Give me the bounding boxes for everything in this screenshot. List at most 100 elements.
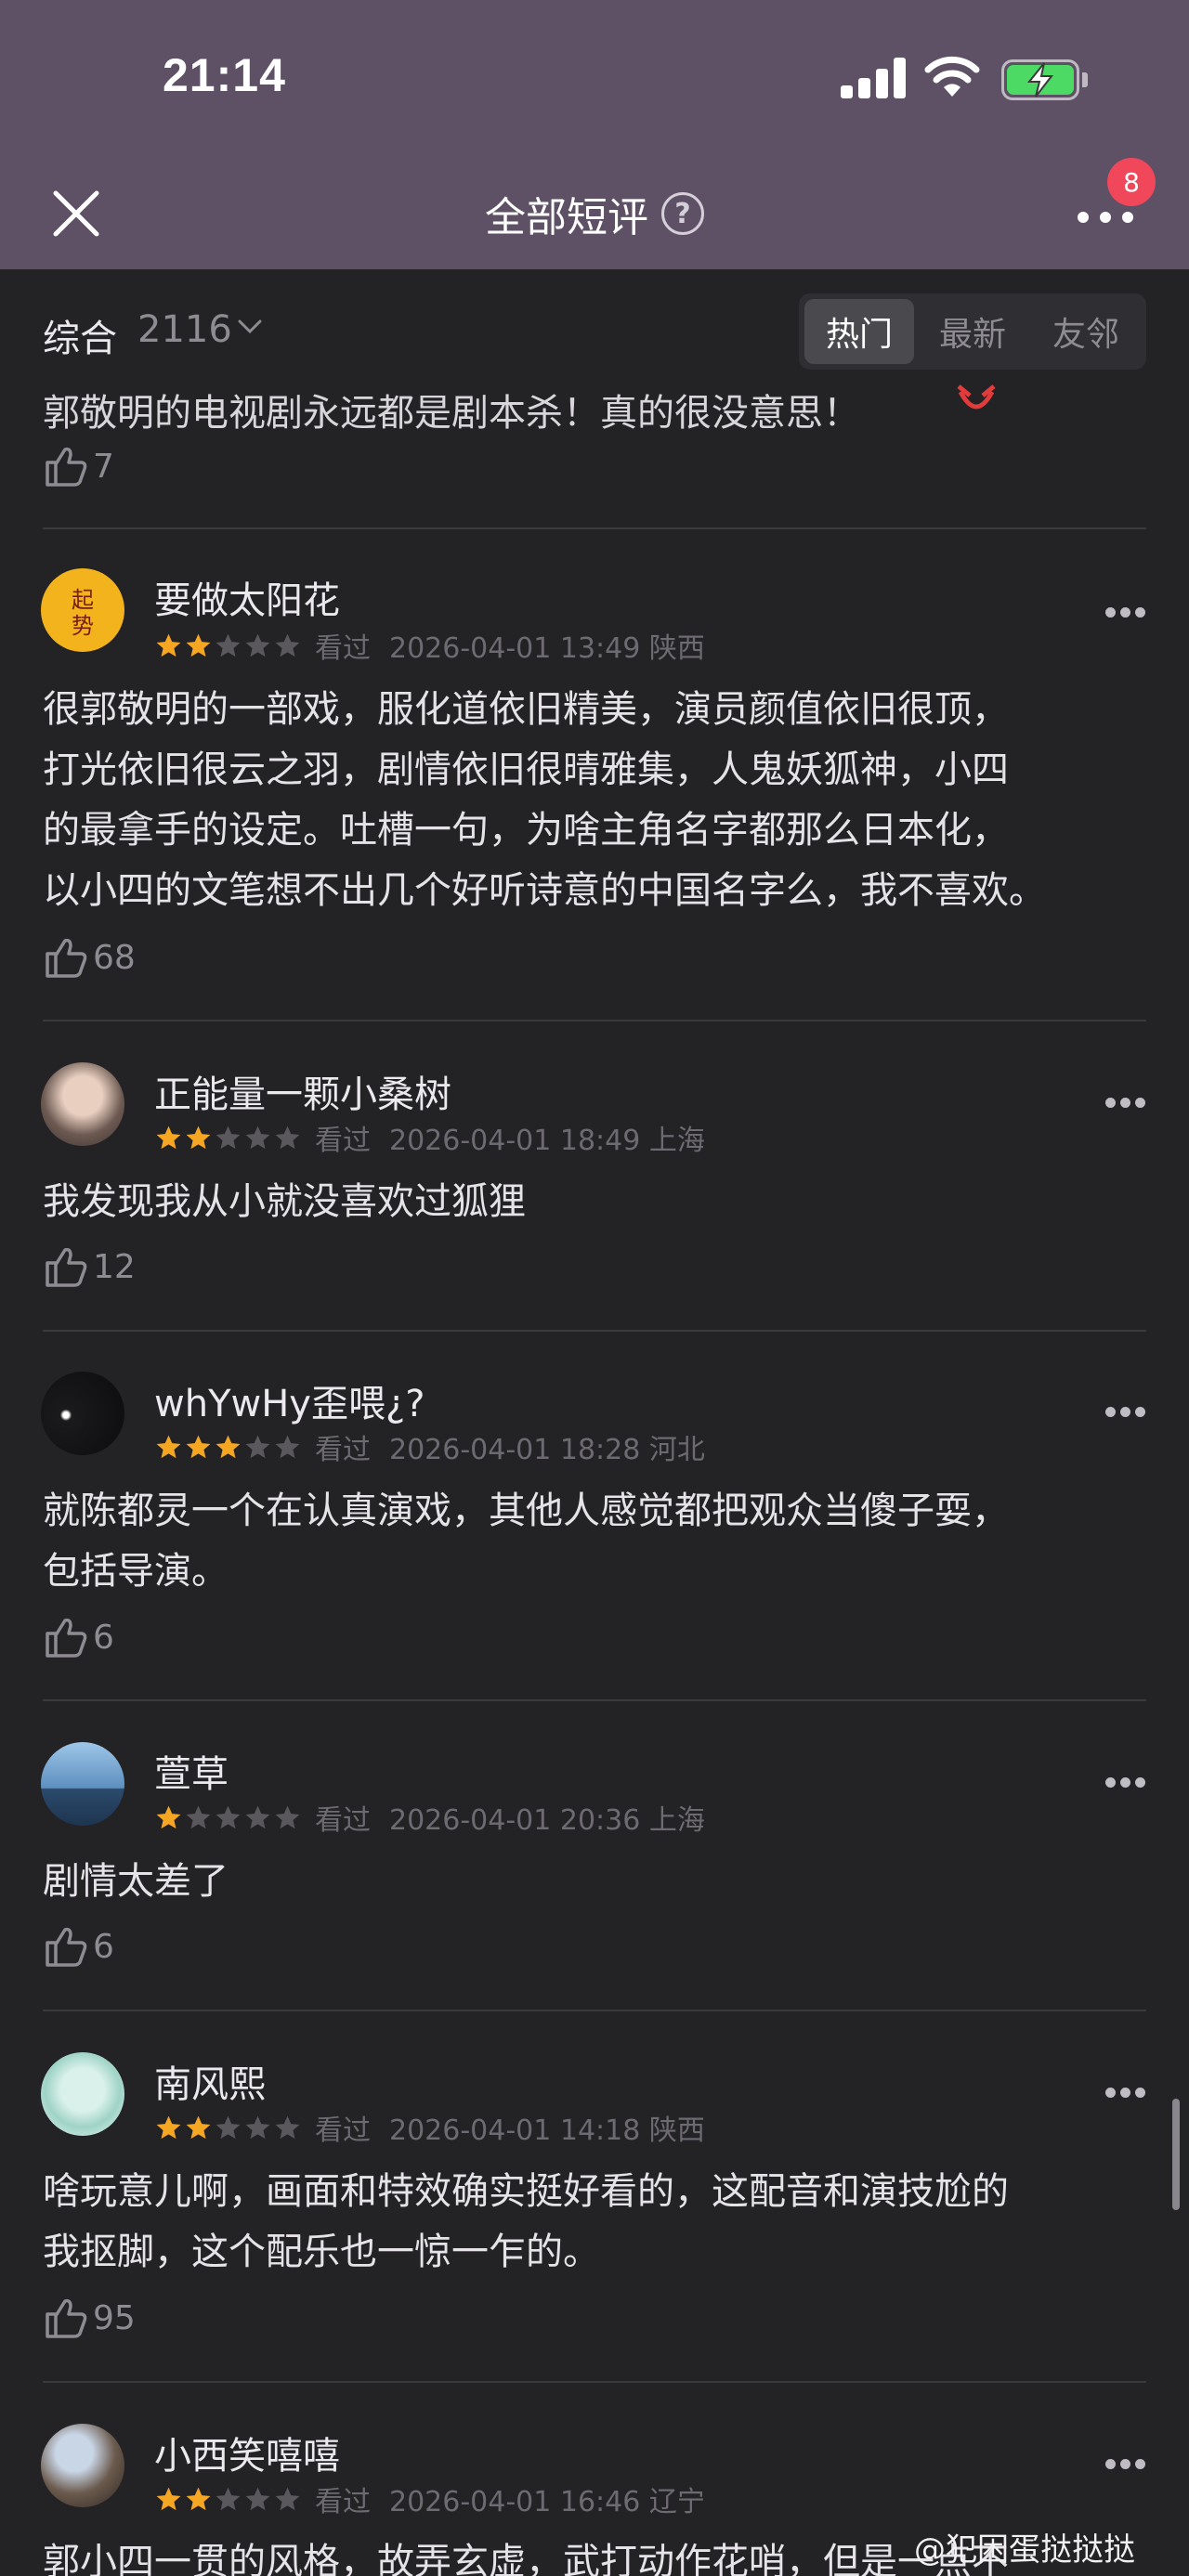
avatar[interactable] <box>41 2052 124 2136</box>
star-icon <box>275 2487 300 2510</box>
status-time: 21:14 <box>163 49 286 101</box>
comment-date: 2026-04-01 16:46 辽宁 <box>389 2486 705 2518</box>
watch-status: 看过 <box>315 632 371 665</box>
divider <box>43 1699 1146 1701</box>
star-icon <box>156 1805 181 1828</box>
star-icon <box>275 1125 300 1149</box>
divider <box>43 2381 1146 2383</box>
star-icon <box>245 1125 270 1149</box>
status-bar: 21:14 <box>0 0 1189 158</box>
star-icon <box>156 633 181 657</box>
like-button[interactable]: 6 <box>43 1924 114 1969</box>
comment-text: 啥玩意儿啊，画面和特效确实挺好看的，这配音和演技尬的 我抠脚，这个配乐也一惊一乍… <box>43 2170 1009 2273</box>
more-options-icon[interactable] <box>1104 2457 1148 2472</box>
avatar[interactable]: 起 势 <box>41 568 124 652</box>
tab-latest[interactable]: 最新 <box>918 293 1027 370</box>
more-icon[interactable] <box>1068 204 1143 232</box>
more-options-icon[interactable] <box>1104 2086 1148 2101</box>
thumbs-up-icon <box>46 1618 87 1658</box>
thumbs-up-icon <box>46 1927 87 1967</box>
avatar-text: 起 <box>72 587 94 613</box>
watch-status: 看过 <box>315 2114 371 2147</box>
star-icon <box>245 2487 270 2510</box>
star-icon <box>245 1805 270 1828</box>
comment-text: 郭敬明的电视剧永远都是剧本杀！真的很没意思！ <box>43 392 860 435</box>
sort-dropdown-label[interactable]: 综合 <box>43 308 117 362</box>
scrollbar[interactable] <box>1172 2099 1180 2210</box>
like-count: 6 <box>93 1618 114 1657</box>
avatar[interactable] <box>41 1742 124 1826</box>
comment-text: 就陈都灵一个在认真演戏，其他人感觉都把观众当傻子耍， 包括导演。 <box>43 1490 1009 1593</box>
comment-text: 剧情太差了 <box>43 1860 229 1903</box>
avatar[interactable] <box>41 1062 124 1146</box>
star-icon <box>216 1435 241 1458</box>
like-button[interactable]: 7 <box>43 444 114 488</box>
username[interactable]: 要做太阳花 <box>154 570 340 624</box>
comment-text: 郭小四一贯的风格，故弄玄虚，武打动作花哨，但是一点不 <box>43 2541 1009 2576</box>
avatar[interactable] <box>41 2424 124 2507</box>
username[interactable]: 小西笑嘻嘻 <box>154 2426 340 2479</box>
close-icon[interactable] <box>46 184 106 243</box>
comment-date: 2026-04-01 13:49 陕西 <box>389 632 705 665</box>
watch-status: 看过 <box>315 2486 371 2518</box>
star-icon <box>245 2115 270 2139</box>
more-options-icon[interactable] <box>1104 605 1148 620</box>
thumbs-up-icon <box>46 938 87 978</box>
star-icon <box>186 1435 211 1458</box>
star-icon <box>156 1125 181 1149</box>
star-rating <box>154 1433 302 1462</box>
star-rating <box>154 631 302 660</box>
avatar[interactable] <box>41 1372 124 1455</box>
star-icon <box>186 1125 211 1149</box>
like-count: 6 <box>93 1927 114 1966</box>
star-icon <box>216 633 241 657</box>
like-count: 12 <box>93 1247 136 1286</box>
comment-date: 2026-04-01 18:49 上海 <box>389 1125 705 1157</box>
username[interactable]: whYwHy歪喂¿? <box>154 1373 425 1427</box>
more-options-icon[interactable] <box>1104 1405 1148 1420</box>
watermark: @犯困蛋挞挞挞 <box>914 2531 1135 2569</box>
watch-status: 看过 <box>315 1434 371 1466</box>
divider <box>43 527 1146 529</box>
comment-text: 我发现我从小就没喜欢过狐狸 <box>43 1180 526 1223</box>
star-rating <box>154 2114 302 2142</box>
comment-meta: 看过 2026-04-01 16:46 辽宁 <box>154 2482 705 2518</box>
help-icon[interactable]: ? <box>661 192 704 235</box>
notification-badge: 8 <box>1107 158 1156 206</box>
star-icon <box>186 1805 211 1828</box>
watch-status: 看过 <box>315 1125 371 1157</box>
star-icon <box>216 1805 241 1828</box>
tab-hot[interactable]: 热门 <box>804 299 914 364</box>
comment-meta: 看过 2026-04-01 18:28 河北 <box>154 1430 705 1466</box>
like-button[interactable]: 12 <box>43 1244 136 1289</box>
star-icon <box>245 1435 270 1458</box>
chevron-down-icon[interactable] <box>236 316 264 338</box>
star-icon <box>216 1125 241 1149</box>
more-options-icon[interactable] <box>1104 1776 1148 1790</box>
like-button[interactable]: 95 <box>43 2296 136 2340</box>
tab-friends[interactable]: 友邻 <box>1031 293 1141 370</box>
username[interactable]: 南风熙 <box>154 2054 266 2108</box>
star-icon <box>156 1435 181 1458</box>
star-icon <box>186 633 211 657</box>
like-button[interactable]: 68 <box>43 935 136 980</box>
comment-date: 2026-04-01 20:36 上海 <box>389 1804 705 1837</box>
thumbs-up-icon <box>46 447 87 487</box>
signal-icon <box>841 58 906 98</box>
star-icon <box>156 2487 181 2510</box>
comment-meta: 看过 2026-04-01 18:49 上海 <box>154 1121 705 1157</box>
username[interactable]: 正能量一颗小桑树 <box>154 1064 451 1118</box>
like-count: 68 <box>93 938 136 977</box>
comment-meta: 看过 2026-04-01 13:49 陕西 <box>154 629 705 665</box>
filter-bar: 综合 2116 热门 最新 友邻 <box>0 269 1189 388</box>
star-icon <box>275 633 300 657</box>
thumbs-up-icon <box>46 1247 87 1287</box>
battery-charging-icon <box>1001 59 1088 100</box>
like-count: 7 <box>93 447 114 486</box>
like-button[interactable]: 6 <box>43 1615 114 1659</box>
more-options-icon[interactable] <box>1104 1096 1148 1111</box>
review-count[interactable]: 2116 <box>137 308 232 351</box>
thumbs-up-icon <box>46 2298 87 2338</box>
username[interactable]: 萱草 <box>154 1744 229 1798</box>
angry-emoji-icon <box>957 384 996 410</box>
